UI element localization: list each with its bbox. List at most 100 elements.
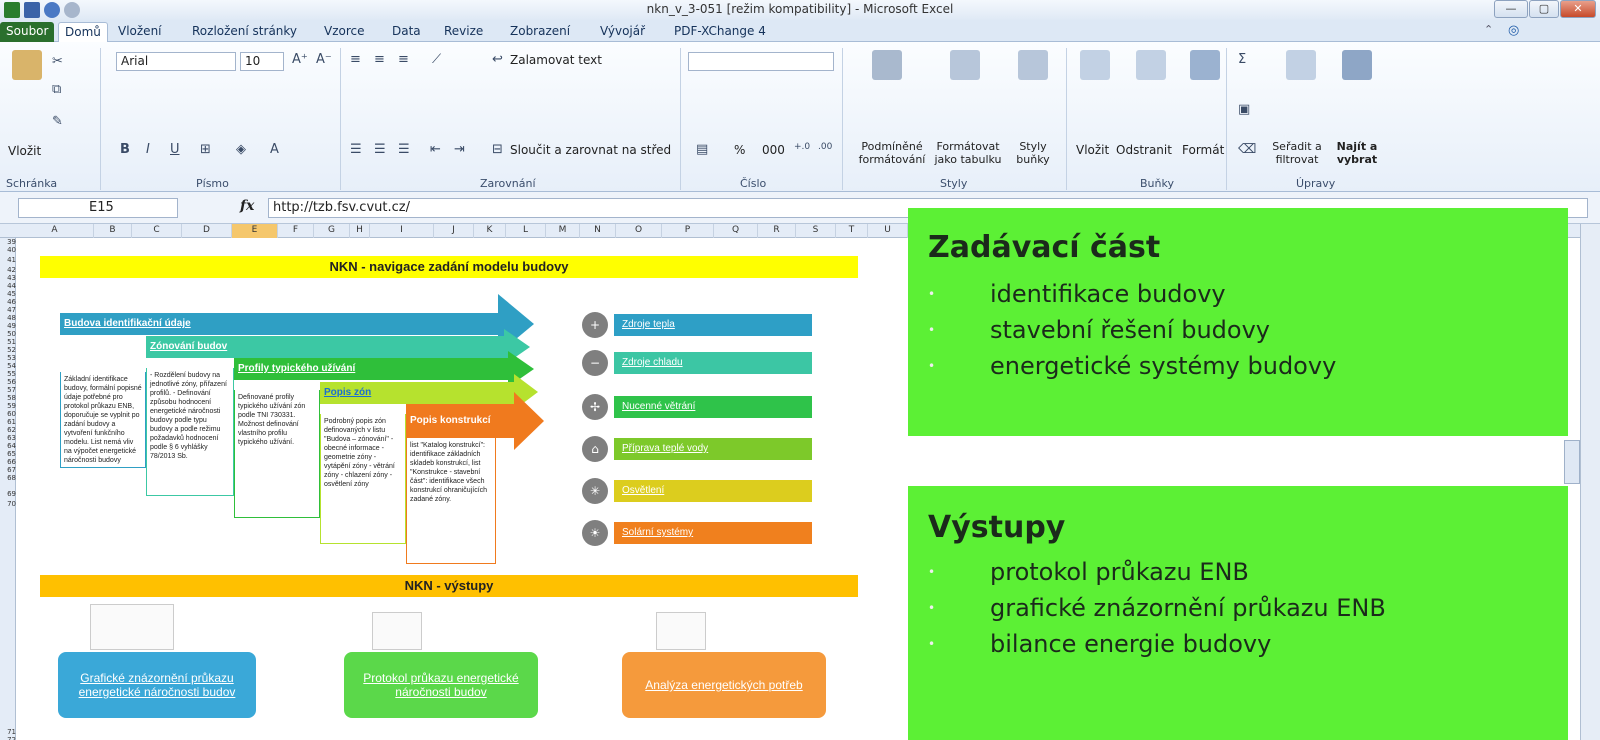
autosum-icon[interactable]: Σ [1238, 52, 1246, 67]
borders-icon[interactable]: ⊞ [200, 142, 211, 157]
system-item[interactable]: ✳ Osvětlení [582, 478, 812, 504]
column-header[interactable]: S [796, 224, 836, 238]
system-item[interactable]: − Zdroje chladu [582, 350, 812, 376]
row-number[interactable]: 70 [0, 500, 16, 508]
column-header[interactable]: A [16, 224, 94, 238]
row-number[interactable]: 68 [0, 474, 16, 482]
row-number[interactable]: 42 [0, 266, 16, 274]
conditional-format-icon[interactable] [872, 50, 902, 80]
paste-icon[interactable] [12, 50, 42, 80]
insert-cells-button[interactable]: Vložit [1076, 143, 1109, 157]
currency-icon[interactable]: ▤ [696, 142, 708, 157]
row-number[interactable]: 61 [0, 418, 16, 426]
maximize-button[interactable]: ▢ [1529, 0, 1559, 18]
fill-color-icon[interactable]: ◈ [236, 142, 246, 157]
row-number[interactable]: 43 [0, 274, 16, 282]
column-header[interactable]: D [182, 224, 232, 238]
fill-icon[interactable]: ▣ [1238, 102, 1250, 117]
format-cells-icon[interactable] [1190, 50, 1220, 80]
row-number[interactable]: 49 [0, 322, 16, 330]
row-number[interactable]: 67 [0, 466, 16, 474]
output-graphic-enb-button[interactable]: Grafické znázornění průkazu energetické … [58, 652, 256, 718]
system-item[interactable]: + Zdroje tepla [582, 312, 812, 338]
cut-icon[interactable]: ✂ [52, 54, 63, 69]
merge-center-button[interactable]: Sloučit a zarovnat na střed [510, 143, 671, 157]
row-number[interactable]: 56 [0, 378, 16, 386]
shrink-font-icon[interactable]: A⁻ [316, 52, 332, 67]
system-link[interactable]: Zdroje tepla [614, 314, 812, 336]
system-item[interactable]: ✢ Nucenné větrání [582, 394, 812, 420]
percent-button[interactable]: % [734, 143, 745, 157]
align-bottom-icon[interactable]: ≡ [398, 52, 409, 67]
delete-cells-icon[interactable] [1136, 50, 1166, 80]
column-header[interactable]: M [546, 224, 580, 238]
column-header[interactable]: G [314, 224, 350, 238]
row-number[interactable]: 54 [0, 362, 16, 370]
row-number[interactable]: 44 [0, 282, 16, 290]
row-number[interactable]: 59 [0, 402, 16, 410]
orientation-icon[interactable]: ⟋ [432, 52, 441, 67]
system-item[interactable]: ☀ Solární systémy [582, 520, 812, 546]
paste-label[interactable]: Vložit [8, 144, 41, 158]
row-number[interactable]: 39 [0, 238, 16, 246]
row-number[interactable]: 71 [0, 728, 16, 736]
row-number[interactable]: 72 [0, 736, 16, 740]
system-link[interactable]: Nucenné větrání [614, 396, 812, 418]
column-header[interactable]: Q [714, 224, 758, 238]
column-header[interactable]: H [350, 224, 370, 238]
row-number[interactable]: 64 [0, 442, 16, 450]
row-number[interactable]: 40 [0, 246, 16, 254]
copy-icon[interactable]: ⧉ [52, 82, 61, 97]
arrow-usage-profiles[interactable]: Profily typického užívání [234, 358, 510, 380]
column-header[interactable]: I [370, 224, 434, 238]
font-color-icon[interactable]: A [270, 142, 279, 157]
row-number[interactable]: 47 [0, 306, 16, 314]
name-box[interactable]: E15 [18, 198, 178, 218]
tab-data[interactable]: Data [386, 22, 427, 42]
column-header[interactable]: F [278, 224, 314, 238]
insert-cells-icon[interactable] [1080, 50, 1110, 80]
align-left-icon[interactable]: ☰ [350, 142, 362, 157]
system-link[interactable]: Zdroje chladu [614, 352, 812, 374]
column-header[interactable]: K [474, 224, 506, 238]
number-format-combo[interactable] [688, 52, 834, 71]
sort-filter-icon[interactable] [1286, 50, 1316, 80]
bold-icon[interactable]: B [120, 142, 130, 157]
align-right-icon[interactable]: ☰ [398, 142, 410, 157]
font-size-combo[interactable]: 10 [240, 52, 284, 71]
tab-home[interactable]: Domů [58, 22, 108, 42]
arrow-building-identification[interactable]: Budova identifikační údaje [60, 313, 500, 335]
row-number[interactable]: 65 [0, 450, 16, 458]
help-icon[interactable]: ◎ [1508, 23, 1519, 38]
column-header[interactable]: U [868, 224, 908, 238]
find-binoculars-icon[interactable] [1342, 50, 1372, 80]
row-number[interactable]: 53 [0, 354, 16, 362]
format-as-table-button[interactable]: Formátovat jako tabulku [930, 140, 1006, 166]
tab-developer[interactable]: Vývojář [594, 22, 651, 42]
system-link[interactable]: Osvětlení [614, 480, 812, 502]
row-number[interactable]: 58 [0, 394, 16, 402]
italic-icon[interactable]: I [146, 142, 150, 157]
align-top-icon[interactable]: ≡ [350, 52, 361, 67]
tab-pdf-xchange[interactable]: PDF-XChange 4 [668, 22, 772, 42]
thousands-button[interactable]: 000 [762, 143, 785, 157]
row-number[interactable]: 62 [0, 426, 16, 434]
output-energy-analysis-button[interactable]: Analýza energetických potřeb [622, 652, 826, 718]
system-item[interactable]: ⌂ Příprava teplé vody [582, 436, 812, 462]
column-header[interactable]: N [580, 224, 616, 238]
increase-indent-icon[interactable]: ⇥ [454, 142, 465, 157]
system-link[interactable]: Solární systémy [614, 522, 812, 544]
minimize-button[interactable]: — [1494, 0, 1528, 18]
row-number[interactable]: 51 [0, 338, 16, 346]
row-number[interactable]: 57 [0, 386, 16, 394]
underline-icon[interactable]: U [170, 142, 180, 157]
column-header[interactable]: O [616, 224, 662, 238]
row-number[interactable]: 66 [0, 458, 16, 466]
ribbon-collapse-icon[interactable]: ⌃ [1484, 23, 1493, 36]
find-select-button[interactable]: Najít a vybrat [1332, 140, 1382, 166]
arrow-zone-description[interactable]: Popis zón [320, 382, 516, 404]
column-header[interactable]: B [94, 224, 132, 238]
format-cells-button[interactable]: Formát [1182, 143, 1224, 157]
format-as-table-icon[interactable] [950, 50, 980, 80]
tab-view[interactable]: Zobrazení [504, 22, 576, 42]
